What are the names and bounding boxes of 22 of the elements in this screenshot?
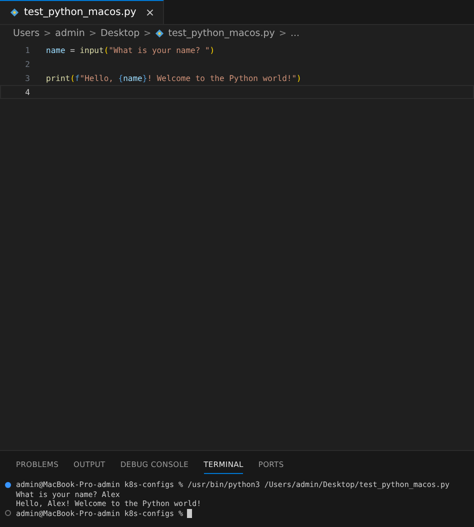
breadcrumb-item[interactable]: Users bbox=[13, 28, 40, 39]
line-number: 2 bbox=[24, 60, 31, 68]
tab-label[interactable]: test_python_macos.py bbox=[24, 7, 136, 18]
chevron-icon: > bbox=[144, 28, 152, 38]
close-icon[interactable]: × bbox=[145, 6, 155, 19]
breadcrumb-item[interactable]: admin bbox=[55, 28, 85, 39]
breadcrumb-item[interactable]: test_python_macos.py bbox=[155, 28, 275, 39]
chevron-icon: > bbox=[278, 28, 286, 38]
chevron-icon: > bbox=[88, 28, 96, 38]
line-number: 4 bbox=[24, 88, 31, 96]
line-number: 1 bbox=[24, 46, 31, 54]
editor-tab[interactable]: test_python_macos.py × bbox=[0, 0, 164, 24]
code-line: name = input("What is your name? ") bbox=[46, 46, 215, 54]
status-circle-icon bbox=[5, 510, 11, 516]
code-line: print(f"Hello, {name}! Welcome to the Python world!") bbox=[46, 74, 302, 82]
python-file-icon bbox=[10, 8, 19, 17]
python-file-icon bbox=[155, 29, 164, 38]
line-number: 3 bbox=[24, 74, 31, 82]
breadcrumb-item[interactable]: ... bbox=[290, 28, 300, 39]
breadcrumb-item[interactable]: Desktop bbox=[100, 28, 140, 39]
success-dot-icon bbox=[5, 482, 11, 488]
chevron-icon: > bbox=[44, 28, 52, 38]
